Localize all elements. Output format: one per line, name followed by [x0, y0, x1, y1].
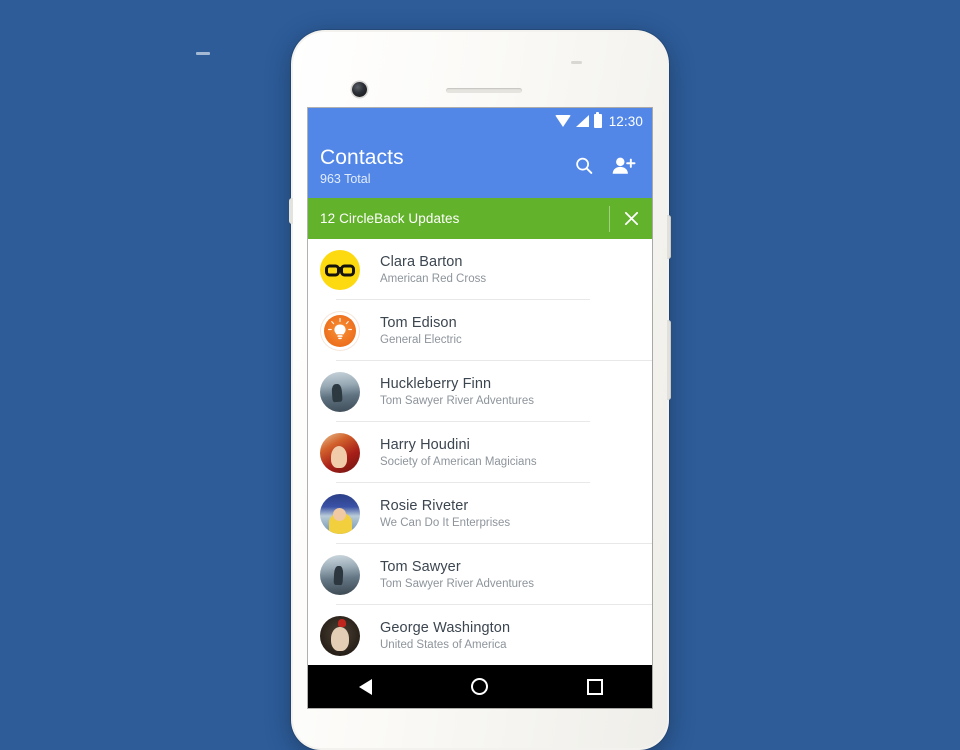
- home-circle-icon: [471, 678, 489, 695]
- app-bar: Contacts 963 Total: [308, 134, 652, 198]
- contact-name: Rosie Riveter: [380, 497, 469, 514]
- contact-name: Tom Sawyer: [380, 558, 461, 575]
- circleback-updates-banner[interactable]: 12 CircleBack Updates: [308, 198, 652, 239]
- add-contact-button[interactable]: [611, 155, 636, 177]
- android-nav-bar: [308, 665, 652, 708]
- list-item[interactable]: Clara Barton American Red Cross: [308, 239, 652, 300]
- avatar: [320, 554, 360, 595]
- glasses-icon: [325, 264, 355, 276]
- list-item[interactable]: Tom Edison General Electric: [308, 300, 652, 361]
- contact-name: George Washington: [380, 619, 511, 636]
- sim-tray[interactable]: [289, 198, 293, 224]
- contact-name: Huckleberry Finn: [380, 375, 492, 392]
- contact-company: Tom Sawyer River Adventures: [380, 394, 535, 407]
- earpiece-speaker: [446, 88, 522, 93]
- contact-company: General Electric: [380, 333, 462, 346]
- search-button[interactable]: [573, 155, 595, 177]
- volume-rocker-button[interactable]: [667, 320, 671, 400]
- list-item[interactable]: Harry Houdini Society of American Magici…: [308, 422, 652, 483]
- battery-icon: [593, 112, 602, 128]
- contact-texts: George Washington United States of Ameri…: [360, 619, 510, 653]
- top-bezel-slit: [571, 61, 582, 64]
- contact-name: Clara Barton: [380, 253, 463, 270]
- contact-list: Clara Barton American Red Cross Tom Edis…: [308, 239, 652, 666]
- contact-texts: Clara Barton American Red Cross: [360, 253, 486, 287]
- app-bar-actions: [573, 155, 638, 177]
- contact-texts: Huckleberry Finn Tom Sawyer River Advent…: [360, 375, 534, 409]
- status-time: 12:30: [608, 113, 643, 129]
- wifi-icon: [554, 115, 571, 127]
- power-button[interactable]: [667, 215, 671, 259]
- contact-company: United States of America: [380, 638, 507, 651]
- add-contact-icon: [612, 157, 636, 174]
- search-icon: [576, 157, 593, 174]
- phone-screen: 12:30 Contacts 963 Total 12 CircleBack U…: [308, 108, 652, 708]
- signal-icon: [575, 115, 589, 127]
- avatar: [320, 310, 360, 351]
- close-icon: [624, 211, 638, 226]
- contact-company: Tom Sawyer River Adventures: [380, 577, 535, 590]
- app-bar-titles: Contacts 963 Total: [320, 145, 573, 187]
- nav-recents-button[interactable]: [565, 665, 625, 708]
- status-bar: 12:30: [308, 108, 652, 134]
- contact-texts: Tom Edison General Electric: [360, 314, 462, 348]
- banner-close-button[interactable]: [610, 198, 652, 239]
- back-triangle-icon: [358, 678, 372, 695]
- contact-company: We Can Do It Enterprises: [380, 516, 511, 529]
- contact-texts: Tom Sawyer Tom Sawyer River Adventures: [360, 558, 534, 592]
- contact-name: Tom Edison: [380, 314, 457, 331]
- contact-company: American Red Cross: [380, 272, 487, 285]
- nav-back-button[interactable]: [335, 665, 395, 708]
- phone-device: 12:30 Contacts 963 Total 12 CircleBack U…: [289, 30, 671, 750]
- page-title: Contacts: [320, 146, 404, 169]
- avatar: [320, 493, 360, 534]
- status-icon-group: [554, 112, 602, 128]
- list-item[interactable]: Rosie Riveter We Can Do It Enterprises: [308, 483, 652, 544]
- front-camera-icon: [352, 82, 367, 97]
- avatar: [320, 249, 360, 290]
- contact-name: Harry Houdini: [380, 436, 470, 453]
- recents-square-icon: [586, 678, 603, 695]
- list-item[interactable]: Huckleberry Finn Tom Sawyer River Advent…: [308, 361, 652, 422]
- avatar: [320, 432, 360, 473]
- contact-company: Society of American Magicians: [380, 455, 537, 468]
- stray-mark: [196, 52, 210, 55]
- contact-texts: Harry Houdini Society of American Magici…: [360, 436, 537, 470]
- banner-label: 12 CircleBack Updates: [320, 211, 460, 226]
- list-item[interactable]: George Washington United States of Ameri…: [308, 605, 652, 666]
- nav-home-button[interactable]: [450, 665, 510, 708]
- lightbulb-icon: [328, 317, 352, 339]
- contact-texts: Rosie Riveter We Can Do It Enterprises: [360, 497, 510, 531]
- avatar: [320, 371, 360, 412]
- contact-count-label: 963 Total: [320, 172, 371, 186]
- list-item[interactable]: Tom Sawyer Tom Sawyer River Adventures: [308, 544, 652, 605]
- avatar: [320, 615, 360, 656]
